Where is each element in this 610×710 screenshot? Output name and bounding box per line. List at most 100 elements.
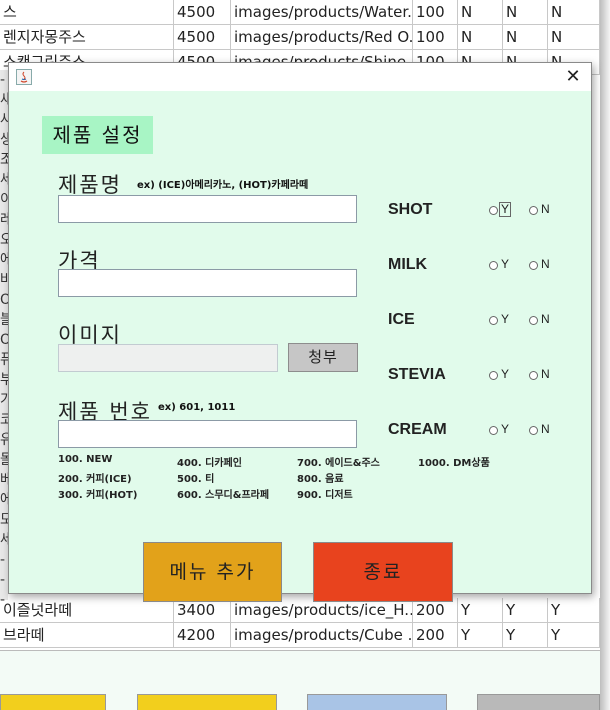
radio-circle-icon [529, 426, 538, 435]
table-cell: Y [548, 623, 600, 648]
table-cell: images/products/Cube ... [231, 623, 413, 648]
table-row[interactable]: 렌지자몽주스 4500 images/products/Red O... 100… [0, 25, 600, 50]
product-number-hint: ex) 601, 1011 [158, 402, 236, 413]
radio-label: N [541, 202, 550, 216]
option-label-shot: SHOT [388, 201, 433, 218]
table-cell: 200 [413, 623, 458, 648]
table-row-fragment: - [0, 552, 6, 568]
table-row[interactable]: 이즐넛라떼 3400 images/products/ice_H... 200 … [0, 598, 600, 623]
radio-circle-icon [529, 371, 538, 380]
add-menu-button[interactable]: 메뉴 추가 [143, 542, 282, 602]
table-cell: 4500 [174, 25, 231, 50]
table-cell: images/products/Red O... [231, 25, 413, 50]
bottom-button[interactable] [477, 694, 600, 710]
java-app-icon [16, 69, 32, 85]
table-row-fragment: 세 [0, 172, 8, 188]
radio-circle-icon [489, 261, 498, 270]
table-row-fragment: 세 [0, 532, 8, 548]
bottom-panel [0, 650, 600, 710]
radio-label: N [541, 312, 550, 326]
table-cell: 4500 [174, 0, 231, 25]
table-cell: N [548, 25, 600, 50]
category-legend-item: 500. 티 [177, 474, 215, 485]
dialog-content: 제품 설정 제품명 ex) (ICE)아메리카노, (HOT)카페라떼 가격 이… [9, 91, 591, 602]
radio-label: N [541, 367, 550, 381]
table-cell: Y [458, 623, 503, 648]
table-row[interactable]: 스 4500 images/products/Water... 100 N N … [0, 0, 600, 25]
table-cell: 렌지자몽주스 [0, 25, 174, 50]
table-cell: N [458, 25, 503, 50]
option-label-milk: MILK [388, 256, 428, 273]
radio-circle-icon [529, 206, 538, 215]
product-settings-dialog: ✕ 제품 설정 제품명 ex) (ICE)아메리카노, (HOT)카페라떼 가격… [8, 62, 592, 602]
table-row-fragment: O [0, 292, 8, 308]
option-label-ice: ICE [388, 311, 415, 328]
table-row-fragment: 코 [0, 412, 8, 428]
category-legend-item: 200. 커피(ICE) [58, 474, 132, 485]
radio-circle-icon [489, 316, 498, 325]
table-cell: N [503, 0, 548, 25]
radio-label: Y [501, 312, 510, 326]
table-cell: N [458, 0, 503, 25]
radio-circle-icon [489, 426, 498, 435]
radio-label: Y [498, 202, 512, 217]
table-cell: N [503, 25, 548, 50]
table-row-fragment: 돌 [0, 452, 8, 468]
table-cell: 4200 [174, 623, 231, 648]
dialog-titlebar[interactable]: ✕ [9, 63, 591, 91]
table-row-fragment: 바 [0, 272, 8, 288]
table-row-fragment: 오 [0, 232, 8, 248]
radio-label: N [541, 257, 550, 271]
category-legend-item: 700. 에이드&주스 [297, 458, 380, 469]
table-row-fragment: 부 [0, 372, 8, 388]
table-cell: 100 [413, 0, 458, 25]
product-number-input[interactable] [58, 420, 357, 448]
category-legend-item: 100. NEW [58, 454, 113, 465]
table-cell: 브라떼 [0, 623, 174, 648]
exit-button[interactable]: 종료 [313, 542, 453, 602]
table-row-fragment: 에 [0, 492, 8, 508]
radio-circle-icon [529, 261, 538, 270]
table-cell: 100 [413, 25, 458, 50]
radio-circle-icon [489, 206, 498, 215]
table-cell: Y [458, 598, 503, 623]
table-row-fragment: 레 [0, 212, 8, 228]
bottom-button[interactable] [137, 694, 277, 710]
table-row-fragment: 퓨 [0, 352, 8, 368]
radio-label: N [541, 422, 550, 436]
table-row-fragment: 생 [0, 132, 8, 148]
table-cell: images/products/Water... [231, 0, 413, 25]
table-cell: Y [548, 598, 600, 623]
category-legend-item: 1000. DM상품 [418, 458, 490, 469]
table-row-heads-strip: -새사생조세이레오에바O블O퓨부가코유돌베에모세--- [0, 70, 8, 608]
table-row-fragment: - [0, 72, 6, 88]
table-cell: N [548, 0, 600, 25]
bottom-button[interactable] [0, 694, 106, 710]
price-input[interactable] [58, 269, 357, 297]
category-legend-item: 900. 디저트 [297, 490, 353, 501]
product-name-input[interactable] [58, 195, 357, 223]
table-row-fragment: 유 [0, 432, 8, 448]
product-name-hint: ex) (ICE)아메리카노, (HOT)카페라떼 [137, 180, 309, 191]
category-legend-item: 800. 음료 [297, 474, 344, 485]
table-row-fragment: O [0, 332, 8, 348]
table-row-fragment: 가 [0, 392, 8, 408]
section-title: 제품 설정 [42, 116, 153, 154]
close-button[interactable]: ✕ [563, 67, 583, 87]
table-row-fragment: 블 [0, 312, 8, 328]
radio-label: Y [501, 422, 510, 436]
table-row-fragment: 사 [0, 112, 8, 128]
screen: 스 4500 images/products/Water... 100 N N … [0, 0, 610, 710]
window-shadow [600, 0, 610, 710]
option-label-stevia: STEVIA [388, 366, 446, 383]
table-row-fragment: 이 [0, 192, 8, 208]
bottom-button[interactable] [307, 694, 447, 710]
category-legend-item: 300. 커피(HOT) [58, 490, 138, 501]
table-row-fragment: 조 [0, 152, 8, 168]
radio-circle-icon [529, 316, 538, 325]
attach-button[interactable]: 청부 [288, 343, 358, 372]
table-row[interactable]: 브라떼 4200 images/products/Cube ... 200 Y … [0, 623, 600, 648]
radio-label: Y [501, 257, 510, 271]
table-row-fragment: 모 [0, 512, 8, 528]
radio-circle-icon [489, 371, 498, 380]
